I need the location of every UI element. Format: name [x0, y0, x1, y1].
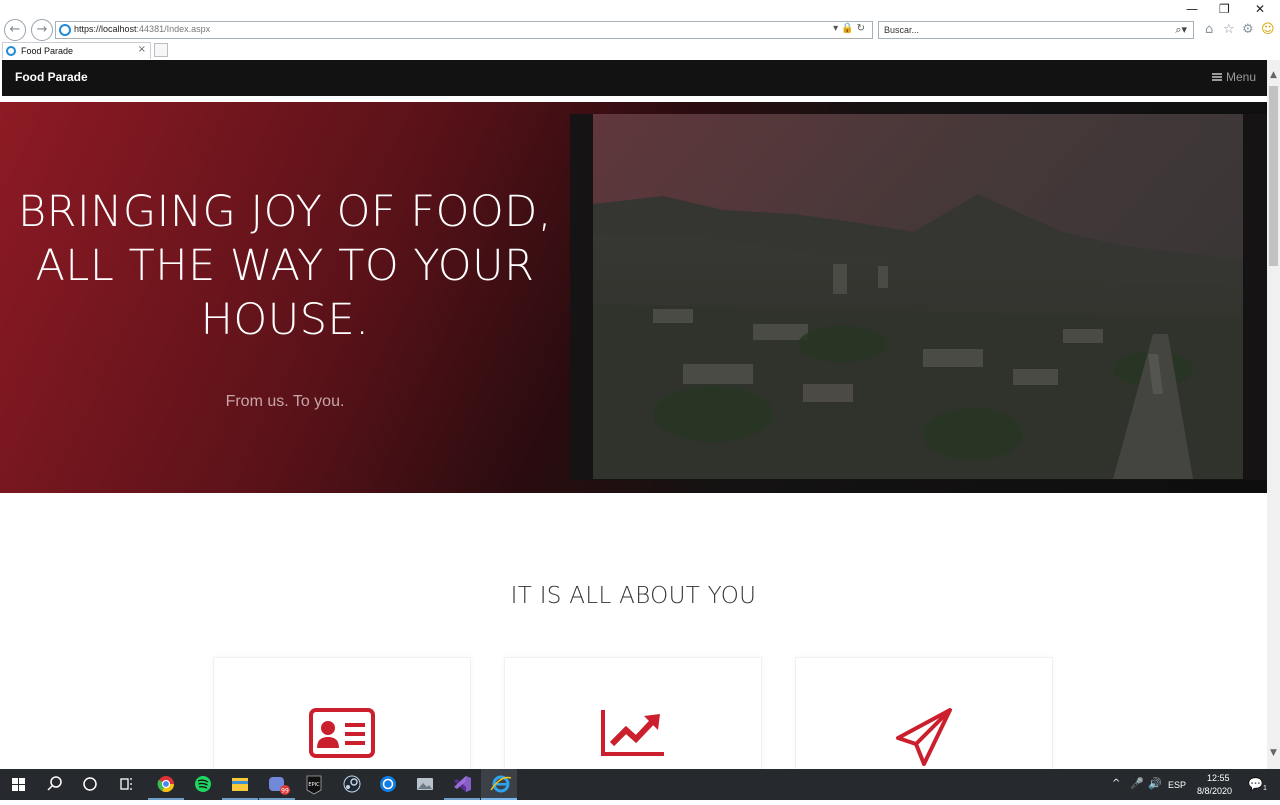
smiley-feedback-icon[interactable]: ☺	[1261, 22, 1275, 37]
new-tab-button[interactable]	[154, 43, 168, 57]
menu-button[interactable]: Menu	[1211, 70, 1256, 84]
visual-studio-icon	[454, 776, 471, 792]
site-navbar: Food Parade Menu	[2, 60, 1267, 96]
menu-label: Menu	[1225, 70, 1256, 84]
hero-title: BRINGING JOY OF FOOD, ALL THE WAY TO YOU…	[17, 187, 553, 345]
volume-icon[interactable]: 🔊	[1148, 777, 1162, 790]
page-viewport: Food Parade Menu BRINGING JOY OF FOOD, A…	[0, 60, 1267, 769]
discord-icon: 99	[269, 777, 290, 795]
taskbar-app-chrome[interactable]	[148, 769, 184, 800]
epic-games-icon: EPIC	[306, 775, 322, 795]
page-scrollbar[interactable]: ▲ ▼	[1267, 60, 1280, 769]
cortana-button[interactable]	[72, 769, 108, 800]
forward-arrow-icon: →	[36, 22, 48, 37]
microphone-icon[interactable]: 🎤	[1130, 777, 1144, 790]
taskbar-app-uplay[interactable]	[370, 769, 406, 800]
site-brand[interactable]: Food Parade	[15, 70, 88, 84]
url-host: https://localhost	[74, 24, 137, 34]
hero-city-photo	[593, 114, 1243, 479]
browser-chrome: ← → https://localhost:44381/Index.aspx ▾…	[0, 0, 1280, 60]
taskbar-app-steam[interactable]	[333, 769, 369, 800]
photos-icon	[417, 778, 433, 790]
system-tray: ^ 🎤 🔊 ESP 12:55 8/8/2020 💬 1	[1100, 769, 1280, 800]
scroll-down-icon[interactable]: ▼	[1267, 746, 1280, 760]
address-bar[interactable]: https://localhost:44381/Index.aspx ▾🔒↻	[55, 21, 873, 39]
site-favicon-icon	[59, 24, 71, 36]
section-title: IT IS ALL ABOUT YOU	[510, 583, 757, 609]
search-box[interactable]: Buscar... ⌕▾	[878, 21, 1194, 39]
task-view-icon	[120, 778, 132, 790]
minimize-icon[interactable]: —	[1186, 2, 1198, 16]
hero-section: BRINGING JOY OF FOOD, ALL THE WAY TO YOU…	[0, 102, 1267, 493]
feature-card	[795, 657, 1053, 769]
taskbar-app-photos[interactable]	[407, 769, 443, 800]
notification-center-icon[interactable]: 💬	[1248, 777, 1263, 791]
taskbar-app-internet-explorer[interactable]	[481, 769, 517, 800]
search-input[interactable]: Buscar...	[884, 25, 919, 35]
discord-badge: 99	[281, 788, 289, 795]
tray-chevron-icon[interactable]: ^	[1112, 778, 1120, 789]
chrome-icon	[157, 776, 175, 793]
scroll-up-icon[interactable]: ▲	[1267, 68, 1280, 82]
tab-close-icon[interactable]: ×	[138, 44, 146, 55]
windows-logo-icon	[12, 778, 25, 791]
id-card-icon	[309, 708, 375, 758]
taskbar-app-epic-games[interactable]: EPIC	[296, 769, 332, 800]
search-button[interactable]	[36, 769, 72, 800]
scroll-thumb[interactable]	[1269, 86, 1278, 266]
clock-time[interactable]: 12:55	[1207, 773, 1230, 783]
close-window-icon[interactable]: ✕	[1255, 2, 1265, 16]
address-url[interactable]: https://localhost:44381/Index.aspx	[74, 24, 210, 34]
taskbar-app-spotify[interactable]	[185, 769, 221, 800]
epic-label: EPIC	[308, 782, 320, 788]
taskbar-app-file-explorer[interactable]	[222, 769, 258, 800]
steam-icon	[343, 775, 361, 793]
internet-explorer-icon	[490, 775, 512, 793]
notification-count: 1	[1263, 785, 1267, 792]
windows-taskbar: 99 EPIC ^ 🎤 🔊 ESP 12:55 8/8/2020 💬 1	[0, 769, 1280, 800]
task-view-button[interactable]	[108, 769, 144, 800]
search-icon	[47, 776, 62, 791]
language-indicator[interactable]: ESP	[1168, 780, 1186, 790]
tab-favicon-icon	[6, 46, 16, 56]
back-button[interactable]: ←	[4, 19, 26, 41]
taskbar-app-discord[interactable]: 99	[259, 769, 295, 800]
feature-card	[504, 657, 762, 769]
taskbar-app-visual-studio[interactable]	[444, 769, 480, 800]
forward-button[interactable]: →	[31, 19, 53, 41]
lock-refresh-icon[interactable]: ▾🔒↻	[833, 23, 868, 34]
back-arrow-icon: ←	[9, 22, 21, 37]
spotify-icon	[195, 776, 211, 792]
cortana-circle-icon	[83, 777, 97, 791]
hero-text: BRINGING JOY OF FOOD, ALL THE WAY TO YOU…	[0, 185, 570, 411]
feature-card	[213, 657, 471, 769]
url-path: :44381/Index.aspx	[136, 24, 211, 34]
hero-subtitle: From us. To you.	[225, 393, 345, 410]
paper-plane-icon	[896, 708, 952, 766]
folder-icon	[232, 778, 248, 791]
uplay-icon	[380, 776, 396, 792]
restore-icon[interactable]: ❐	[1219, 2, 1230, 16]
chart-line-icon	[601, 710, 664, 756]
clock-date[interactable]: 8/8/2020	[1197, 786, 1232, 796]
favorites-star-icon[interactable]: ☆	[1223, 22, 1235, 37]
tab-title: Food Parade	[21, 46, 74, 56]
home-icon[interactable]: ⌂	[1205, 22, 1213, 37]
browser-tab[interactable]: Food Parade ×	[2, 42, 151, 59]
hamburger-icon	[1211, 73, 1222, 81]
search-icon[interactable]: ⌕▾	[1175, 23, 1187, 37]
start-button[interactable]	[0, 769, 36, 800]
settings-gear-icon[interactable]: ⚙	[1242, 22, 1254, 37]
